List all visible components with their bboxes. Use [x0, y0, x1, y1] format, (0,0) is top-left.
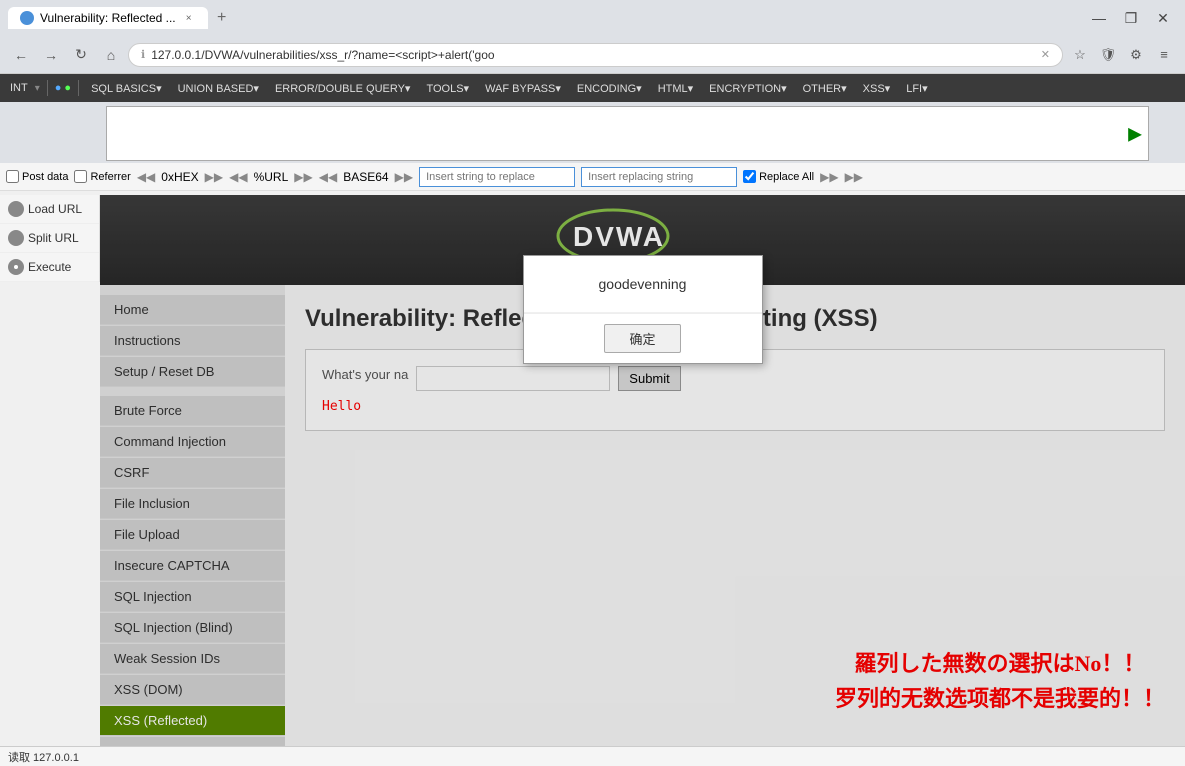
insert-replace-input[interactable] — [419, 167, 575, 187]
encode-b64-label: BASE64 — [343, 170, 388, 184]
tab-close-btn[interactable]: × — [182, 11, 196, 25]
arrow-right-4: ▶▶ — [820, 170, 838, 184]
page-content: Vulnerability: Reflected Cross Site Scri… — [285, 285, 1185, 746]
arrow-right-5: ▶▶ — [845, 170, 863, 184]
arrow-left-1: ◀◀ — [137, 170, 155, 184]
tools-row: Post data Referrer ◀◀ 0xHEX ▶▶ ◀◀ %URL ▶… — [0, 163, 1185, 191]
maximize-btn[interactable]: ❐ — [1117, 4, 1145, 32]
url-input[interactable] — [107, 107, 1148, 160]
status-bar: 读取 127.0.0.1 — [0, 746, 1185, 766]
post-data-checkbox[interactable]: Post data — [6, 170, 68, 183]
browser-tab[interactable]: Vulnerability: Reflected ... × — [8, 7, 208, 29]
content-layout: Home Instructions Setup / Reset DB Brute… — [100, 285, 1185, 746]
lfi[interactable]: LFI▾ — [902, 80, 931, 97]
dialog-overlay: goodevenning 确定 — [100, 195, 1185, 746]
tools[interactable]: TOOLS▾ — [422, 80, 473, 97]
replace-all-check[interactable] — [743, 170, 756, 183]
extensions-icon[interactable]: ⚙ — [1123, 42, 1149, 68]
split-url-btn[interactable]: Split URL — [0, 224, 99, 253]
minimize-btn[interactable]: — — [1085, 4, 1113, 32]
load-url-btn[interactable]: Load URL — [0, 195, 99, 224]
referrer-check[interactable] — [74, 170, 87, 183]
arrow-left-3: ◀◀ — [319, 170, 337, 184]
int-label[interactable]: INT — [6, 80, 32, 96]
sql-toolbar: INT ▾ ● ● SQL BASICS▾ UNION BASED▾ ERROR… — [0, 74, 1185, 102]
arrow-right-2: ▶▶ — [294, 170, 312, 184]
arrow-right-3: ▶▶ — [395, 170, 413, 184]
split-url-icon — [8, 230, 24, 246]
xss[interactable]: XSS▾ — [859, 80, 895, 97]
dialog-ok-btn[interactable]: 确定 — [604, 324, 680, 353]
address-bar[interactable]: ℹ 127.0.0.1/DVWA/vulnerabilities/xss_r/?… — [128, 43, 1063, 67]
home-btn[interactable]: ⌂ — [98, 42, 124, 68]
tab-favicon — [20, 11, 34, 25]
encryption[interactable]: ENCRYPTION▾ — [705, 80, 790, 97]
dialog-footer: 确定 — [524, 313, 762, 363]
dialog-body: goodevenning — [524, 256, 762, 312]
alert-dialog: goodevenning 确定 — [523, 255, 763, 364]
load-url-icon — [8, 201, 24, 217]
replace-all-checkbox[interactable]: Replace All — [743, 170, 814, 183]
waf-bypass[interactable]: WAF BYPASS▾ — [481, 80, 565, 97]
sql-basics[interactable]: SQL BASICS▾ — [87, 80, 166, 97]
forward-btn[interactable]: → — [38, 42, 64, 68]
other[interactable]: OTHER▾ — [799, 80, 851, 97]
shield-icon: 🛡 — [1095, 42, 1121, 68]
post-data-check[interactable] — [6, 170, 19, 183]
arrow-right-1: ▶▶ — [205, 170, 223, 184]
bookmark-star-icon[interactable]: ☆ — [1067, 42, 1093, 68]
encode-0x-label: 0xHEX — [161, 170, 198, 184]
encoding[interactable]: ENCODING▾ — [573, 80, 646, 97]
dialog-message: goodevenning — [599, 276, 687, 292]
submit-arrow[interactable]: ▶ — [1128, 123, 1142, 144]
left-sidebar: Load URL Split URL Execute — [0, 195, 100, 282]
menu-icon[interactable]: ≡ — [1151, 42, 1177, 68]
main-content: DVWA Home Instructions Setup / Reset DB … — [100, 195, 1185, 746]
status-text: 读取 127.0.0.1 — [8, 749, 79, 765]
back-btn[interactable]: ← — [8, 42, 34, 68]
encode-url-label: %URL — [254, 170, 289, 184]
close-btn[interactable]: ✕ — [1149, 4, 1177, 32]
tab-title: Vulnerability: Reflected ... — [40, 11, 176, 25]
execute-btn[interactable]: Execute — [0, 253, 99, 282]
new-tab-btn[interactable]: + — [208, 4, 236, 32]
insert-replacing-input[interactable] — [581, 167, 737, 187]
html[interactable]: HTML▾ — [654, 80, 697, 97]
execute-icon — [8, 259, 24, 275]
error-double-query[interactable]: ERROR/DOUBLE QUERY▾ — [271, 80, 415, 97]
refresh-btn[interactable]: ↻ — [68, 42, 94, 68]
referrer-checkbox[interactable]: Referrer — [74, 170, 130, 183]
union-based[interactable]: UNION BASED▾ — [174, 80, 263, 97]
address-text: 127.0.0.1/DVWA/vulnerabilities/xss_r/?na… — [151, 48, 1035, 62]
arrow-left-2: ◀◀ — [229, 170, 247, 184]
